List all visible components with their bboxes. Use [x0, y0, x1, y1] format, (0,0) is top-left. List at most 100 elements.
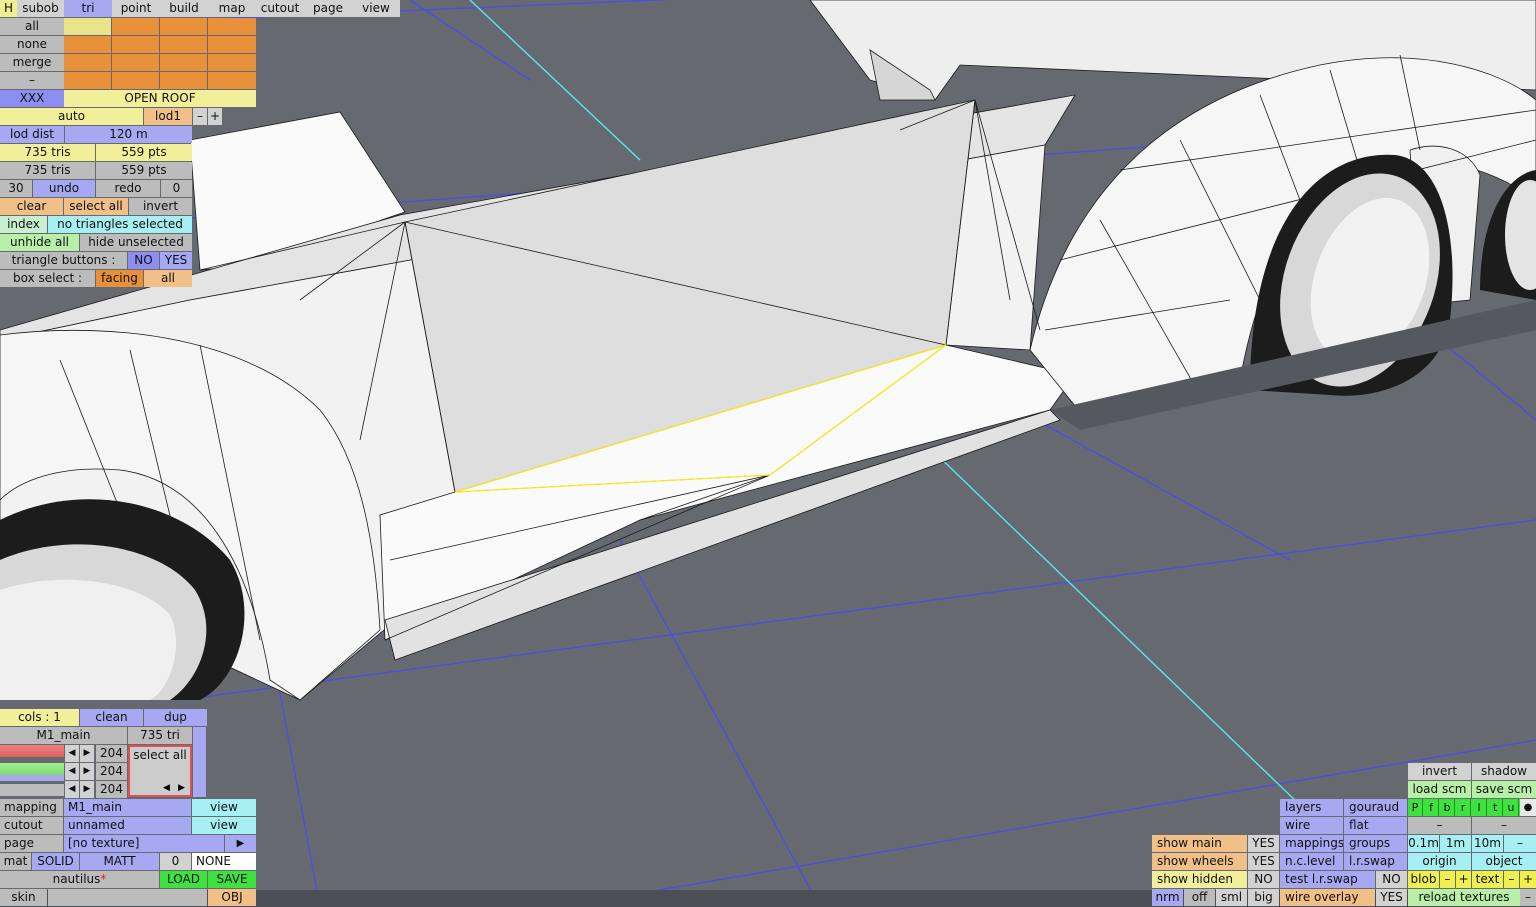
- wire-overlay-button[interactable]: wire overlay: [1280, 889, 1375, 906]
- color-select-all[interactable]: select all: [130, 747, 190, 763]
- index-button[interactable]: index: [0, 216, 47, 233]
- menu-subob[interactable]: subob: [17, 0, 64, 17]
- select-all-subobjects[interactable]: all: [0, 18, 64, 35]
- grid-01m-button[interactable]: 0.1m: [1408, 835, 1439, 852]
- text-plus-button[interactable]: +: [1520, 871, 1536, 888]
- view-under-button[interactable]: u: [1504, 799, 1519, 816]
- subobject-cell[interactable]: [112, 18, 159, 35]
- dash-button[interactable]: –: [1472, 817, 1536, 834]
- page-value[interactable]: [no texture]: [64, 835, 224, 852]
- test-lr-swap-button[interactable]: test l.r.swap: [1280, 871, 1375, 888]
- lod-selector[interactable]: lod1: [144, 108, 192, 125]
- lod-plus-button[interactable]: +: [208, 108, 222, 125]
- nc-level-button[interactable]: n.c.level: [1280, 853, 1343, 870]
- unhide-all-button[interactable]: unhide all: [0, 234, 79, 251]
- arrow-left-icon[interactable]: ◀: [65, 781, 79, 798]
- blob-minus-button[interactable]: –: [1440, 871, 1455, 888]
- groups-button[interactable]: groups: [1344, 835, 1407, 852]
- lr-swap-button[interactable]: l.r.swap: [1344, 853, 1407, 870]
- arrow-left-icon[interactable]: ◀: [65, 745, 79, 762]
- redo-button[interactable]: redo: [96, 180, 160, 197]
- subobject-cell[interactable]: [112, 54, 159, 71]
- color-preview[interactable]: select all ◀ ▶: [128, 745, 192, 797]
- subobject-cell[interactable]: [160, 36, 207, 53]
- show-hidden-label[interactable]: show hidden: [1152, 871, 1247, 888]
- reload-textures-button[interactable]: reload textures: [1408, 889, 1520, 906]
- save-button[interactable]: SAVE: [208, 871, 256, 888]
- obj-button[interactable]: OBJ: [208, 889, 256, 906]
- skin-value[interactable]: [48, 889, 207, 906]
- arrow-right-icon[interactable]: ▶: [178, 783, 185, 793]
- show-hidden-toggle[interactable]: NO: [1248, 871, 1279, 888]
- view-back-button[interactable]: b: [1440, 799, 1455, 816]
- show-main-toggle[interactable]: YES: [1248, 835, 1279, 852]
- normals-nrm-button[interactable]: nrm: [1152, 889, 1183, 906]
- subobject-cell[interactable]: [208, 18, 256, 35]
- view-left-button[interactable]: l: [1472, 799, 1487, 816]
- menu-view[interactable]: view: [352, 0, 400, 17]
- subobject-cell[interactable]: [112, 36, 159, 53]
- reload-textures-minus[interactable]: –: [1520, 889, 1536, 906]
- 3d-viewport[interactable]: [0, 0, 1536, 907]
- invert-selection-button[interactable]: invert: [129, 198, 192, 215]
- cutout-value[interactable]: unnamed: [64, 817, 191, 834]
- arrow-left-icon[interactable]: ◀: [65, 763, 79, 780]
- arrow-right-icon[interactable]: ▶: [80, 745, 94, 762]
- grid-1m-button[interactable]: 1m: [1440, 835, 1471, 852]
- blue-slider[interactable]: [0, 775, 64, 781]
- menu-cutout[interactable]: cutout: [256, 0, 304, 17]
- menu-page[interactable]: page: [304, 0, 352, 17]
- subobject-cell[interactable]: [64, 72, 111, 89]
- subobject-cell[interactable]: [112, 72, 159, 89]
- subobject-cell[interactable]: [64, 18, 111, 35]
- triangle-buttons-no[interactable]: NO: [128, 252, 159, 269]
- dot-icon[interactable]: ●: [1520, 799, 1536, 816]
- subobject-cell[interactable]: [64, 36, 111, 53]
- cutout-view-button[interactable]: view: [192, 817, 256, 834]
- menu-tri[interactable]: tri: [64, 0, 112, 17]
- h-button[interactable]: H: [0, 0, 17, 17]
- text-minus-button[interactable]: –: [1504, 871, 1519, 888]
- undo-button[interactable]: undo: [33, 180, 95, 197]
- view-front-button[interactable]: f: [1424, 799, 1439, 816]
- file-name[interactable]: nautilus*: [0, 871, 159, 888]
- grid-off-button[interactable]: –: [1504, 835, 1536, 852]
- invert-view-button[interactable]: invert: [1408, 763, 1471, 780]
- load-button[interactable]: LOAD: [160, 871, 207, 888]
- flat-button[interactable]: flat: [1344, 817, 1407, 834]
- subobject-name[interactable]: OPEN ROOF: [64, 90, 256, 107]
- normals-sml-button[interactable]: sml: [1216, 889, 1247, 906]
- mappings-button[interactable]: mappings: [1280, 835, 1343, 852]
- hide-unselected-button[interactable]: hide unselected: [80, 234, 192, 251]
- dup-button[interactable]: dup: [144, 709, 207, 726]
- subobject-cell[interactable]: [208, 36, 256, 53]
- mat-solid-button[interactable]: SOLID: [32, 853, 79, 870]
- subobject-cell[interactable]: [64, 54, 111, 71]
- remove-subobject[interactable]: –: [0, 72, 64, 89]
- normals-big-button[interactable]: big: [1248, 889, 1279, 906]
- red-slider[interactable]: [0, 745, 64, 757]
- triangle-buttons-yes[interactable]: YES: [160, 252, 192, 269]
- show-wheels-label[interactable]: show wheels: [1152, 853, 1247, 870]
- mat-none-value[interactable]: NONE: [192, 853, 256, 870]
- arrow-right-icon[interactable]: ▶: [80, 763, 94, 780]
- mapping-value[interactable]: M1_main: [64, 799, 191, 816]
- save-scm-button[interactable]: save scm: [1472, 781, 1536, 798]
- select-all-button[interactable]: select all: [64, 198, 128, 215]
- mat-zero-value[interactable]: 0: [160, 853, 191, 870]
- wire-button[interactable]: wire: [1280, 817, 1343, 834]
- arrow-left-icon[interactable]: ◀: [163, 783, 170, 793]
- blob-plus-button[interactable]: +: [1456, 871, 1471, 888]
- material-name[interactable]: M1_main: [0, 727, 127, 744]
- green-slider[interactable]: [0, 763, 64, 775]
- subobject-cell[interactable]: [208, 72, 256, 89]
- show-wheels-toggle[interactable]: YES: [1248, 853, 1279, 870]
- test-lr-swap-toggle[interactable]: NO: [1376, 871, 1407, 888]
- clear-selection-button[interactable]: clear: [0, 198, 63, 215]
- menu-point[interactable]: point: [112, 0, 160, 17]
- xxx-button[interactable]: XXX: [0, 90, 64, 107]
- arrow-right-icon[interactable]: ▶: [80, 781, 94, 798]
- mat-matt-button[interactable]: MATT: [80, 853, 159, 870]
- layers-button[interactable]: layers: [1280, 799, 1343, 816]
- dash-button[interactable]: –: [1408, 817, 1471, 834]
